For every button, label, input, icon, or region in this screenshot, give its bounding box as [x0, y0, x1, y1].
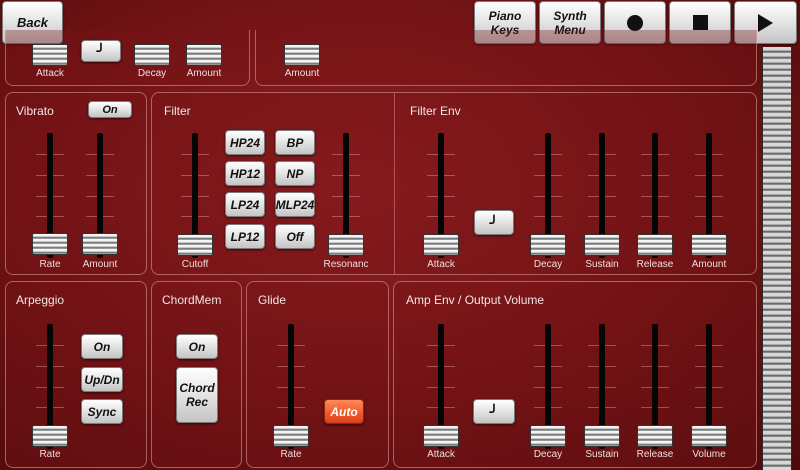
filter-off-button[interactable]: Off — [275, 224, 315, 249]
top-amount2-slider[interactable] — [284, 30, 320, 66]
filter-env-title: Filter Env — [410, 104, 461, 118]
play-icon — [758, 13, 773, 32]
arpeggio-updn-button[interactable]: Up/Dn — [81, 367, 123, 392]
top-amount-label: Amount — [186, 68, 222, 79]
arpeggio-rate-slider[interactable] — [32, 324, 68, 449]
curve-icon: ╯ — [489, 214, 499, 231]
resonance-slider[interactable] — [328, 133, 364, 258]
arpeggio-on-button[interactable]: On — [81, 334, 123, 359]
filter-env-amount-label: Amount — [691, 259, 727, 270]
arpeggio-rate-label: Rate — [39, 449, 61, 460]
filter-bp-button[interactable]: BP — [275, 130, 315, 155]
amp-env-attack-slider[interactable] — [423, 324, 459, 449]
filter-lp24-button[interactable]: LP24 — [225, 192, 265, 217]
filter-env-divider — [394, 93, 395, 274]
glide-panel: Glide Rate Auto — [246, 281, 389, 468]
filter-lp12-button[interactable]: LP12 — [225, 224, 265, 249]
amp-env-volume-label: Volume — [692, 449, 726, 460]
record-icon — [627, 14, 643, 31]
vibrato-amount-label: Amount — [82, 259, 118, 270]
filter-mlp24-button[interactable]: MLP24 — [275, 192, 315, 217]
chord-rec-button[interactable]: Chord Rec — [176, 367, 218, 423]
vibrato-rate-slider[interactable] — [32, 133, 68, 258]
amp-env-curve-button[interactable]: ╯ — [473, 399, 515, 424]
glide-rate-slider[interactable] — [273, 324, 309, 449]
curve-icon: ╯ — [96, 43, 106, 59]
amp-env-title: Amp Env / Output Volume — [406, 293, 545, 307]
vertical-scrollbar[interactable] — [762, 47, 792, 470]
cutoff-slider[interactable] — [177, 133, 213, 258]
stop-icon — [692, 15, 708, 30]
filter-hp12-button[interactable]: HP12 — [225, 161, 265, 186]
top-attack-slider[interactable] — [32, 30, 68, 66]
top-amount-slider[interactable] — [186, 30, 222, 66]
chordmem-on-button[interactable]: On — [176, 334, 218, 359]
arpeggio-panel: Arpeggio Rate On Up/Dn Sync — [5, 281, 147, 468]
top-amount2-label: Amount — [284, 68, 320, 79]
glide-rate-label: Rate — [280, 449, 302, 460]
cutoff-label: Cutoff — [181, 259, 209, 270]
top-decay-slider[interactable] — [134, 30, 170, 66]
glide-title: Glide — [258, 293, 287, 307]
filter-title: Filter — [164, 104, 191, 118]
top-attack-label: Attack — [36, 68, 64, 79]
top-right-panel: Amount — [255, 30, 757, 86]
vibrato-panel: Vibrato On Rate Amount — [5, 92, 147, 275]
filter-env-amount-slider[interactable] — [691, 133, 727, 258]
vibrato-title: Vibrato — [16, 104, 54, 118]
filter-env-attack-label: Attack — [427, 259, 455, 270]
amp-env-release-slider[interactable] — [637, 324, 673, 449]
filter-env-attack-slider[interactable] — [423, 133, 459, 258]
vibrato-on-button[interactable]: On — [88, 101, 132, 118]
top-envelope-panel: ╯ Attack Decay Amount — [5, 30, 250, 86]
resonance-label: Resonanc — [323, 259, 369, 270]
filter-env-curve-button[interactable]: ╯ — [474, 210, 514, 235]
arpeggio-sync-button[interactable]: Sync — [81, 399, 123, 424]
glide-auto-button[interactable]: Auto — [324, 399, 364, 424]
amp-env-sustain-slider[interactable] — [584, 324, 620, 449]
amp-env-attack-label: Attack — [427, 449, 455, 460]
chordmem-title: ChordMem — [162, 293, 222, 307]
top-curve-button[interactable]: ╯ — [81, 40, 121, 62]
filter-np-button[interactable]: NP — [275, 161, 315, 186]
arpeggio-title: Arpeggio — [16, 293, 65, 307]
filter-panel: Filter Cutoff HP24 BP HP12 NP LP24 MLP24… — [151, 92, 757, 275]
filter-env-decay-slider[interactable] — [530, 133, 566, 258]
filter-env-release-slider[interactable] — [637, 133, 673, 258]
filter-hp24-button[interactable]: HP24 — [225, 130, 265, 155]
amp-env-decay-slider[interactable] — [530, 324, 566, 449]
vibrato-amount-slider[interactable] — [82, 133, 118, 258]
curve-icon: ╯ — [489, 403, 499, 420]
amp-env-volume-slider[interactable] — [691, 324, 727, 449]
filter-env-sustain-slider[interactable] — [584, 133, 620, 258]
amp-env-panel: Amp Env / Output Volume ╯ Attack Decay S… — [393, 281, 757, 468]
chordmem-panel: ChordMem On Chord Rec — [151, 281, 242, 468]
